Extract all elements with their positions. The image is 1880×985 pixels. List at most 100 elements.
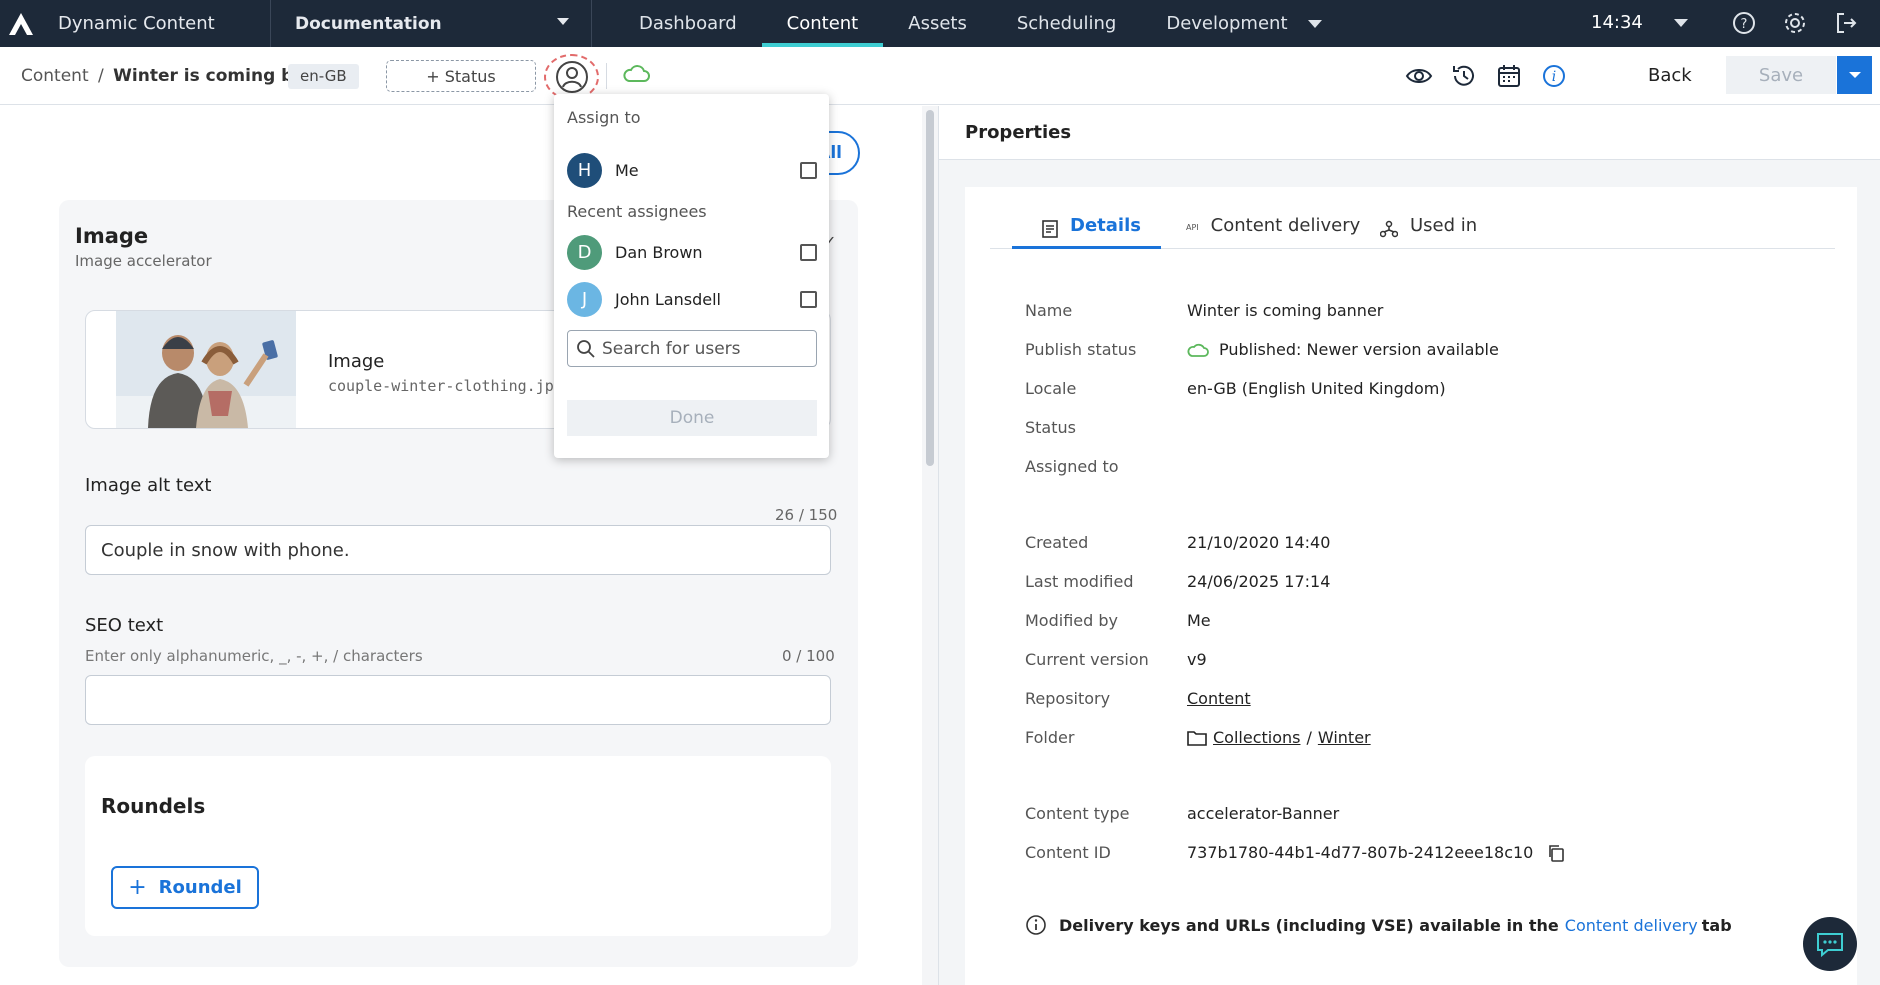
user-icon — [555, 61, 588, 93]
content-type-label: Content type — [1025, 804, 1130, 823]
assignee-checkbox[interactable] — [800, 243, 817, 261]
chevron-down-icon[interactable] — [1674, 19, 1688, 27]
calendar-icon[interactable] — [1495, 62, 1523, 90]
info-circle-icon — [1026, 915, 1046, 935]
breadcrumb-root[interactable]: Content — [21, 66, 89, 86]
assignee-dan-brown[interactable]: D Dan Brown — [567, 234, 817, 270]
done-button[interactable]: Done — [567, 400, 817, 436]
assign-to-heading: Assign to — [567, 108, 641, 127]
save-button[interactable]: Save — [1726, 56, 1836, 94]
tab-details[interactable]: Details — [1012, 215, 1161, 249]
plus-icon: + — [128, 875, 147, 900]
tab-content-delivery-label: Content delivery — [1210, 215, 1361, 236]
add-status-button[interactable]: + Status — [386, 60, 536, 92]
folder-label: Folder — [1025, 728, 1075, 747]
chevron-down-icon — [557, 18, 569, 25]
assign-dropdown: Assign to H Me Recent assignees D Dan Br… — [554, 94, 829, 458]
locale-chip[interactable]: en-GB — [288, 64, 359, 89]
alt-text-label: Image alt text — [85, 475, 212, 496]
image-thumbnail — [116, 311, 296, 428]
assignee-checkbox[interactable] — [800, 290, 817, 308]
seo-text-hint: Enter only alphanumeric, _, -, +, / char… — [85, 647, 423, 665]
folder-value: Collections / Winter — [1187, 728, 1371, 747]
published-cloud-icon[interactable] — [622, 64, 650, 88]
repository-label: Repository — [1025, 689, 1111, 708]
folder-link-winter[interactable]: Winter — [1318, 728, 1371, 747]
assignee-checkbox[interactable] — [800, 161, 817, 179]
publish-status-text: Published: Newer version available — [1219, 340, 1499, 359]
hub-label: Documentation — [295, 13, 442, 34]
chat-bubble-icon — [1817, 933, 1843, 958]
nav-content[interactable]: Content — [761, 0, 884, 47]
current-version-value: v9 — [1187, 650, 1207, 669]
content-id-value: 737b1780-44b1-4d77-807b-2412eee18c10 — [1187, 843, 1565, 862]
user-search-placeholder: Search for users — [602, 338, 741, 359]
image-label: Image — [328, 351, 385, 372]
note-tail: tab — [1701, 915, 1732, 935]
repository-link[interactable]: Content — [1187, 689, 1251, 708]
top-nav: Dynamic Content Documentation Dashboard … — [0, 0, 1880, 47]
modified-by-label: Modified by — [1025, 611, 1118, 630]
user-search-input[interactable]: Search for users — [567, 330, 817, 367]
logout-icon[interactable] — [1833, 10, 1859, 36]
content-toolbar: Content / Winter is coming banner en-GB … — [0, 47, 1880, 105]
alt-text-counter: 26 / 150 — [775, 506, 838, 524]
nav-development[interactable]: Development — [1141, 0, 1346, 47]
help-icon[interactable]: ? — [1731, 10, 1757, 36]
settings-gear-icon[interactable] — [1782, 10, 1808, 36]
content-delivery-link[interactable]: Content delivery — [1565, 916, 1698, 935]
folder-link-collections[interactable]: Collections — [1213, 728, 1300, 747]
assignee-name: Dan Brown — [615, 242, 703, 262]
folder-icon — [1187, 730, 1207, 746]
avatar: J — [567, 281, 602, 317]
preview-eye-icon[interactable] — [1405, 62, 1433, 90]
properties-panel: Details API Content delivery Used in Nam… — [965, 187, 1857, 985]
add-roundel-button[interactable]: + Roundel — [111, 866, 259, 909]
recent-assignees-heading: Recent assignees — [567, 202, 707, 221]
seo-text-counter: 0 / 100 — [782, 647, 835, 665]
name-value: Winter is coming banner — [1187, 301, 1384, 320]
assignee-name: Me — [615, 160, 639, 180]
assignee-name: John Lansdell — [615, 289, 721, 309]
locale-value: en-GB (English United Kingdom) — [1187, 379, 1446, 398]
assignee-me[interactable]: H Me — [567, 152, 817, 188]
last-modified-label: Last modified — [1025, 572, 1134, 591]
hub-selector[interactable]: Documentation — [270, 0, 592, 47]
tab-details-label: Details — [1070, 215, 1141, 236]
seo-text-input[interactable] — [85, 675, 831, 725]
current-version-label: Current version — [1025, 650, 1149, 669]
info-icon[interactable]: i — [1540, 62, 1568, 90]
locale-label: Locale — [1025, 379, 1077, 398]
assigned-to-label: Assigned to — [1025, 457, 1119, 476]
tab-content-delivery[interactable]: API Content delivery — [1186, 215, 1360, 249]
clock-time[interactable]: 14:34 — [1591, 12, 1643, 33]
nav-scheduling[interactable]: Scheduling — [992, 0, 1141, 47]
amplience-logo-icon[interactable] — [0, 0, 42, 47]
name-label: Name — [1025, 301, 1073, 320]
properties-title: Properties — [965, 122, 1072, 143]
published-cloud-icon — [1187, 343, 1209, 357]
content-id-text: 737b1780-44b1-4d77-807b-2412eee18c10 — [1187, 843, 1534, 862]
card-title: Image — [75, 224, 149, 248]
copy-icon[interactable] — [1547, 844, 1565, 862]
avatar: D — [567, 234, 602, 270]
scrollbar-thumb[interactable] — [926, 110, 934, 466]
tab-used-in[interactable]: Used in — [1380, 215, 1477, 249]
editor-scrollbar[interactable] — [922, 106, 938, 985]
properties-pane: Properties Details API Content delivery … — [939, 106, 1880, 985]
back-button[interactable]: Back — [1648, 65, 1692, 86]
chat-support-button[interactable] — [1803, 917, 1857, 971]
delivery-keys-note: Delivery keys and URLs (including VSE) a… — [1025, 914, 1732, 936]
alt-text-input[interactable]: Couple in snow with phone. — [85, 525, 831, 575]
folder-separator: / — [1306, 728, 1312, 747]
content-type-value: accelerator-Banner — [1187, 804, 1340, 823]
search-icon — [577, 339, 595, 358]
publish-status-value: Published: Newer version available — [1187, 340, 1499, 359]
nav-assets[interactable]: Assets — [883, 0, 992, 47]
add-roundel-label: Roundel — [158, 877, 242, 898]
content-id-label: Content ID — [1025, 843, 1111, 862]
history-icon[interactable] — [1450, 62, 1478, 90]
nav-dashboard[interactable]: Dashboard — [614, 0, 762, 47]
assignee-john-lansdell[interactable]: J John Lansdell — [567, 281, 817, 317]
save-options-chevron-down-icon[interactable] — [1837, 56, 1872, 94]
